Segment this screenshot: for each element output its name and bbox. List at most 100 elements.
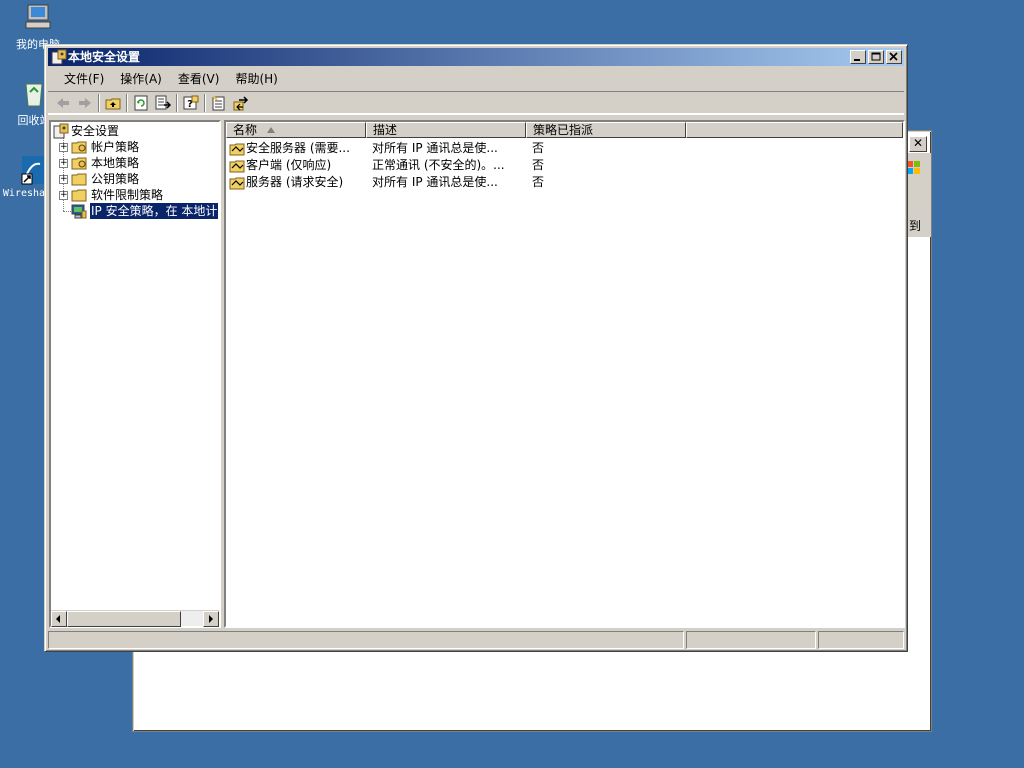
- policy-folder-icon: [71, 139, 87, 155]
- policy-name: 安全服务器 (需要...: [246, 141, 350, 155]
- refresh-icon: [134, 95, 148, 111]
- minimize-button[interactable]: [850, 50, 866, 64]
- expand-icon[interactable]: +: [59, 159, 68, 168]
- back-icon: [57, 98, 69, 108]
- up-folder-icon: [105, 98, 121, 110]
- tree-item-software-restriction-policies[interactable]: + 软件限制策略: [53, 187, 218, 203]
- arrow-left-icon: [56, 615, 60, 623]
- toolbar-separator: [204, 94, 206, 112]
- minimize-icon: [854, 59, 860, 61]
- tree-item-ip-security-policies[interactable]: IP 安全策略，在 本地计: [53, 202, 220, 220]
- tree-item-label: 公钥策略: [91, 172, 140, 186]
- menu-help[interactable]: 帮助(H): [227, 70, 285, 88]
- forward-button[interactable]: [74, 93, 96, 113]
- back-button[interactable]: [52, 93, 74, 113]
- status-bar: [48, 631, 904, 649]
- title-bar[interactable]: 本地安全设置: [48, 48, 904, 66]
- menu-view[interactable]: 查看(V): [170, 70, 228, 88]
- expand-icon[interactable]: +: [59, 143, 68, 152]
- policy-name: 服务器 (请求安全): [246, 175, 344, 189]
- toolbar-separator: [98, 94, 100, 112]
- import-export-policy-button[interactable]: [230, 93, 252, 113]
- tree-item-account-policies[interactable]: + 帐户策略: [53, 139, 218, 155]
- expand-icon[interactable]: +: [59, 191, 68, 200]
- ip-policy-item-icon: [229, 141, 245, 156]
- policy-name: 客户端 (仅响应): [246, 158, 332, 172]
- properties-button[interactable]: [208, 93, 230, 113]
- up-one-level-button[interactable]: [102, 93, 124, 113]
- status-pane-3: [818, 631, 904, 649]
- details-list-pane: 名称 描述 策略已指派 安全服务器 (需要... 对所有 IP 通讯总是使...…: [224, 120, 905, 628]
- menu-bar: 文件(F) 操作(A) 查看(V) 帮助(H): [48, 69, 904, 89]
- close-icon: [889, 52, 898, 61]
- export-list-button[interactable]: [152, 93, 174, 113]
- sort-ascending-icon: [267, 127, 275, 133]
- column-header-label: 名称: [233, 123, 258, 137]
- tree-root-label: 安全设置: [71, 124, 120, 138]
- tree-item-local-policies[interactable]: + 本地策略: [53, 155, 218, 171]
- background-window-strip-text: 到: [909, 219, 922, 233]
- security-settings-icon: [53, 123, 69, 139]
- tree-root-security-settings[interactable]: 安全设置: [53, 123, 218, 139]
- maximize-icon: [871, 52, 881, 61]
- status-pane-2: [686, 631, 816, 649]
- ip-policy-item-icon: [229, 158, 245, 173]
- maximize-button[interactable]: [868, 50, 884, 64]
- list-header: 名称 描述 策略已指派: [226, 122, 903, 138]
- toolbar: ?: [48, 91, 904, 115]
- import-export-icon: [233, 96, 249, 111]
- policy-assigned: 否: [532, 141, 545, 155]
- tree-item-label: 帐户策略: [91, 140, 140, 154]
- refresh-button[interactable]: [130, 93, 152, 113]
- arrow-right-icon: [209, 615, 213, 623]
- tree-item-public-key-policies[interactable]: + 公钥策略: [53, 171, 218, 187]
- list-item[interactable]: 服务器 (请求安全) 对所有 IP 通讯总是使... 否: [226, 174, 903, 191]
- tree-item-label: 本地策略: [91, 156, 140, 170]
- ip-security-policy-icon: [71, 203, 87, 219]
- policy-list: 安全服务器 (需要... 对所有 IP 通讯总是使... 否 客户端 (仅响应)…: [226, 140, 903, 191]
- scroll-left-button[interactable]: [51, 611, 67, 627]
- menu-file[interactable]: 文件(F): [56, 70, 112, 88]
- properties-icon: [212, 95, 225, 111]
- list-item[interactable]: 客户端 (仅响应) 正常通讯 (不安全的)。... 否: [226, 157, 903, 174]
- help-icon: ?: [183, 95, 199, 110]
- my-computer-icon: [22, 2, 54, 34]
- policy-description: 对所有 IP 通讯总是使...: [372, 141, 498, 155]
- column-header-filler: [686, 122, 903, 138]
- tree-horizontal-scrollbar[interactable]: [51, 610, 219, 627]
- folder-icon: [71, 187, 87, 203]
- console-tree-pane: 安全设置 + 帐户策略 + 本地策略 + 公钥策略 + 软件限制策略 IP 安全…: [49, 120, 221, 628]
- column-header-policy-assigned[interactable]: 策略已指派: [526, 122, 686, 138]
- scroll-thumb[interactable]: [67, 611, 181, 627]
- column-header-name[interactable]: 名称: [226, 122, 366, 138]
- status-pane-main: [48, 631, 684, 649]
- column-header-description[interactable]: 描述: [366, 122, 526, 138]
- toolbar-separator: [176, 94, 178, 112]
- local-security-settings-app-icon: [51, 49, 67, 65]
- policy-description: 对所有 IP 通讯总是使...: [372, 175, 498, 189]
- close-button[interactable]: [886, 50, 902, 64]
- tree-item-label: IP 安全策略，在 本地计: [88, 202, 220, 220]
- column-header-label: 描述: [373, 123, 398, 137]
- tree-item-label: 软件限制策略: [91, 188, 164, 202]
- local-security-settings-window: 本地安全设置 文件(F) 操作(A) 查看(V) 帮助(H) ? 安全设置 + …: [44, 44, 908, 652]
- column-header-label: 策略已指派: [533, 123, 594, 137]
- tree-connector: [63, 211, 71, 212]
- help-button[interactable]: ?: [180, 93, 202, 113]
- policy-description: 正常通讯 (不安全的)。...: [372, 158, 505, 172]
- policy-assigned: 否: [532, 158, 545, 172]
- export-list-icon: [155, 95, 171, 110]
- forward-icon: [79, 98, 91, 108]
- scroll-right-button[interactable]: [203, 611, 219, 627]
- policy-folder-icon: [71, 155, 87, 171]
- expand-icon[interactable]: +: [59, 175, 68, 184]
- window-title: 本地安全设置: [68, 50, 141, 64]
- folder-icon: [71, 171, 87, 187]
- wireshark-shortcut-icon: [14, 154, 46, 186]
- toolbar-separator: [126, 94, 128, 112]
- menu-action[interactable]: 操作(A): [112, 70, 170, 88]
- policy-assigned: 否: [532, 175, 545, 189]
- list-item[interactable]: 安全服务器 (需要... 对所有 IP 通讯总是使... 否: [226, 140, 903, 157]
- windows-logo-icon: [907, 161, 921, 175]
- background-window-close-button[interactable]: ✕: [909, 136, 927, 152]
